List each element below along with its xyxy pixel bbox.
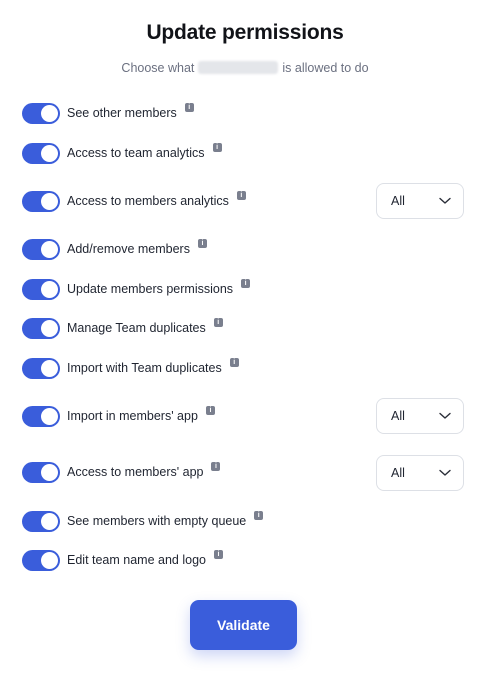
- permission-row-team-analytics: Access to team analytics i: [22, 142, 222, 164]
- permission-row-update-permissions: Update members permissions i: [22, 278, 251, 300]
- toggle-edit-team-name[interactable]: [22, 549, 60, 571]
- toggle-team-analytics[interactable]: [22, 142, 60, 164]
- permission-row-import-team-duplicates: Import with Team duplicates i: [22, 357, 239, 379]
- chevron-down-icon: [439, 197, 451, 204]
- permission-label: Edit team name and logo: [67, 553, 206, 567]
- permission-row-see-other-members: See other members i: [22, 102, 194, 124]
- subtitle-suffix: is allowed to do: [282, 61, 369, 75]
- page-subtitle: Choose what is allowed to do: [0, 61, 490, 75]
- permission-label: Access to members' app: [67, 465, 204, 479]
- page-title: Update permissions: [146, 21, 344, 44]
- members-analytics-select[interactable]: All: [376, 183, 464, 219]
- toggle-manage-team-duplicates[interactable]: [22, 317, 60, 339]
- info-icon[interactable]: i: [211, 461, 221, 471]
- permission-row-add-remove-members: Add/remove members i: [22, 238, 207, 260]
- toggle-knob: [41, 319, 58, 337]
- info-icon[interactable]: i: [241, 278, 251, 288]
- chevron-down-icon: [439, 469, 451, 476]
- select-value: All: [391, 409, 405, 423]
- select-value: All: [391, 466, 405, 480]
- redacted-username: [198, 61, 279, 74]
- toggle-knob: [41, 463, 58, 481]
- toggle-update-permissions[interactable]: [22, 278, 60, 300]
- toggle-access-members-app[interactable]: [22, 461, 60, 483]
- permission-label: See members with empty queue: [67, 514, 247, 528]
- permission-row-access-members-app: Access to members' app i: [22, 461, 221, 483]
- select-value: All: [391, 194, 405, 208]
- toggle-import-team-duplicates[interactable]: [22, 357, 60, 379]
- toggle-knob: [41, 240, 58, 258]
- permission-row-import-members-app: Import in members' app i: [22, 405, 215, 427]
- permission-row-members-analytics: Access to members analytics i: [22, 190, 246, 212]
- toggle-members-analytics[interactable]: [22, 190, 60, 212]
- toggle-see-other-members[interactable]: [22, 102, 60, 124]
- info-icon[interactable]: i: [213, 317, 223, 327]
- permission-label: Access to team analytics: [67, 146, 205, 160]
- toggle-knob: [41, 551, 58, 569]
- info-icon[interactable]: i: [212, 142, 222, 152]
- permission-label: Update members permissions: [67, 282, 234, 296]
- toggle-knob: [41, 104, 58, 122]
- toggle-empty-queue[interactable]: [22, 510, 60, 532]
- permission-row-edit-team-name: Edit team name and logo i: [22, 549, 223, 571]
- subtitle-prefix: Choose what: [121, 61, 195, 75]
- info-icon[interactable]: i: [254, 510, 264, 520]
- validate-button[interactable]: Validate: [190, 600, 297, 650]
- info-icon[interactable]: i: [205, 405, 215, 415]
- permission-label: Manage Team duplicates: [67, 321, 206, 335]
- toggle-knob: [41, 407, 58, 425]
- chevron-down-icon: [439, 412, 451, 419]
- info-icon[interactable]: i: [184, 102, 194, 112]
- permission-label: Import in members' app: [67, 409, 198, 423]
- info-icon[interactable]: i: [236, 190, 246, 200]
- import-members-app-select[interactable]: All: [376, 398, 464, 434]
- toggle-knob: [41, 280, 58, 298]
- toggle-knob: [41, 192, 58, 210]
- toggle-knob: [41, 144, 58, 162]
- toggle-import-members-app[interactable]: [22, 405, 60, 427]
- access-members-app-select[interactable]: All: [376, 455, 464, 491]
- toggle-knob: [41, 359, 58, 377]
- info-icon[interactable]: i: [213, 549, 223, 559]
- permission-label: Access to members analytics: [67, 194, 229, 208]
- toggle-add-remove-members[interactable]: [22, 238, 60, 260]
- toggle-knob: [41, 512, 58, 530]
- info-icon[interactable]: i: [229, 357, 239, 367]
- info-icon[interactable]: i: [197, 238, 207, 248]
- permission-row-manage-team-duplicates: Manage Team duplicates i: [22, 317, 223, 339]
- permission-label: See other members: [67, 106, 177, 120]
- permission-label: Import with Team duplicates: [67, 361, 222, 375]
- permission-row-empty-queue: See members with empty queue i: [22, 510, 264, 532]
- permission-label: Add/remove members: [67, 242, 190, 256]
